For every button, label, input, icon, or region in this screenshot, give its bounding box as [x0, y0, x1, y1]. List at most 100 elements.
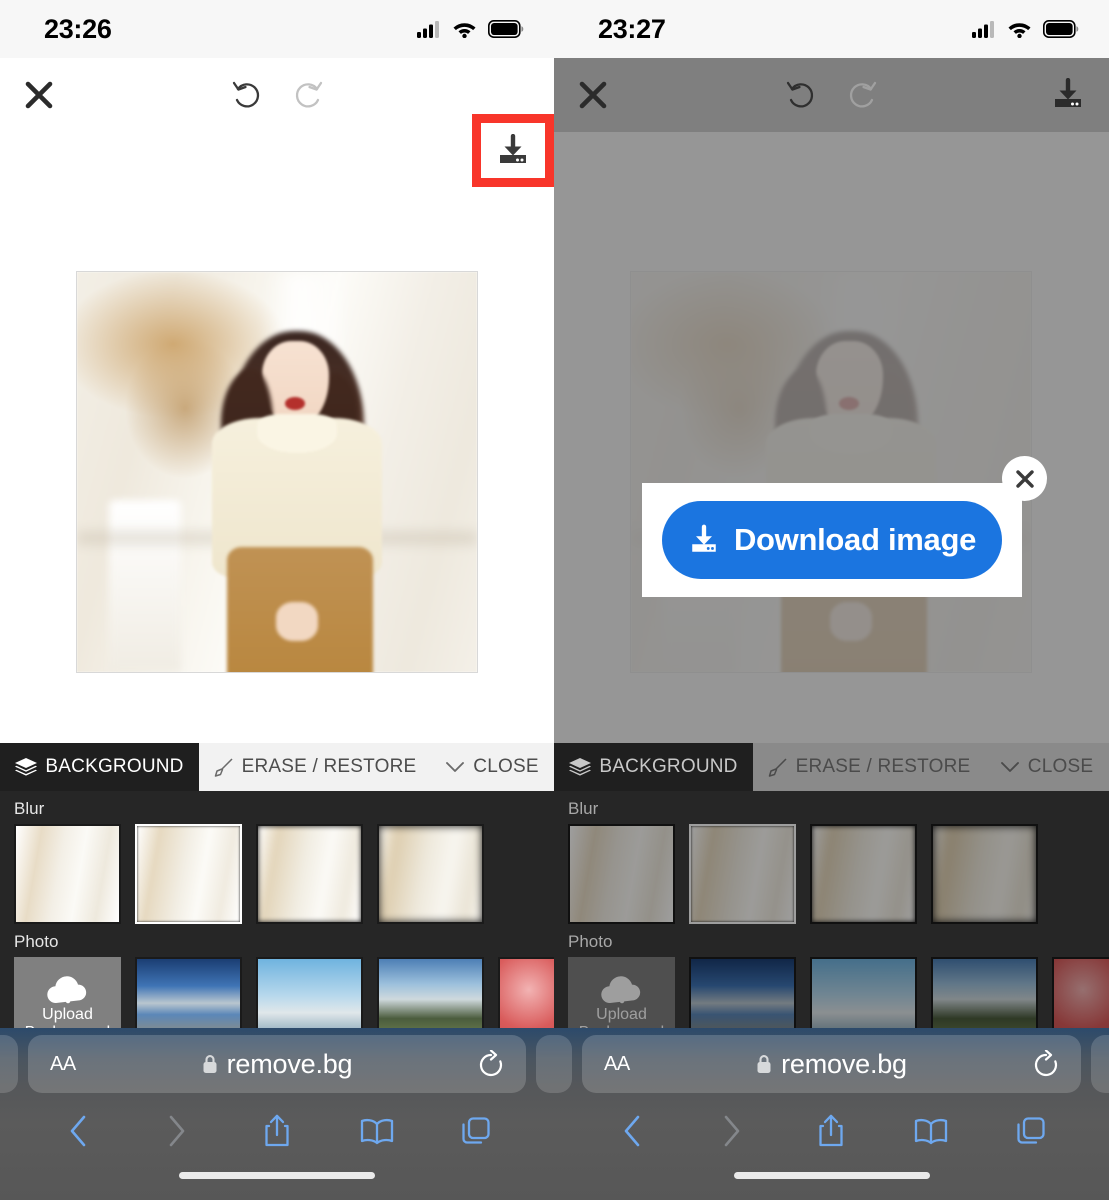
- safari-url-row: AA remove.bg: [554, 1028, 1109, 1100]
- editor-toolbar: [0, 58, 554, 187]
- redo-button[interactable]: [837, 70, 887, 120]
- tab-erase-restore[interactable]: ERASE / RESTORE: [199, 743, 430, 791]
- battery-icon: [488, 20, 524, 38]
- blur-option-strong[interactable]: [931, 824, 1038, 924]
- share-icon: [264, 1114, 290, 1148]
- redo-button[interactable]: [283, 70, 333, 120]
- tabs-button[interactable]: [426, 1116, 526, 1146]
- tab-background[interactable]: BACKGROUND: [0, 743, 199, 791]
- home-indicator[interactable]: [554, 1162, 1109, 1200]
- previous-tab-edge[interactable]: [554, 1035, 572, 1093]
- layers-icon: [569, 757, 592, 777]
- address-bar[interactable]: AA remove.bg: [582, 1035, 1081, 1093]
- tab-close-label: CLOSE: [1027, 756, 1094, 777]
- blur-option-light[interactable]: [689, 824, 796, 924]
- next-tab-edge[interactable]: [536, 1035, 554, 1093]
- download-button-highlight[interactable]: [472, 114, 554, 187]
- share-button[interactable]: [227, 1114, 327, 1148]
- status-indicators: [417, 20, 524, 38]
- dual-screenshot-comparison: 23:26 BACKGROUND ERASE / RESTORE CLOSE B…: [0, 0, 1109, 1200]
- cellular-signal-icon: [417, 20, 441, 38]
- forward-button[interactable]: [128, 1114, 228, 1148]
- section-label-blur: Blur: [568, 799, 599, 818]
- redo-icon: [845, 78, 879, 112]
- editor-tabs: BACKGROUND ERASE / RESTORE CLOSE: [0, 743, 554, 791]
- lock-icon: [756, 1054, 772, 1074]
- bookmarks-button[interactable]: [327, 1118, 427, 1145]
- forward-button[interactable]: [682, 1114, 782, 1148]
- image-stage: [0, 132, 554, 743]
- edited-image-canvas[interactable]: [76, 271, 478, 673]
- blur-option-medium[interactable]: [810, 824, 917, 924]
- tab-close-panel[interactable]: CLOSE: [430, 743, 554, 791]
- panel-before: 23:26 BACKGROUND ERASE / RESTORE CLOSE B…: [0, 0, 554, 1200]
- blur-thumbnail-row[interactable]: [554, 824, 1109, 924]
- panel-after: 23:27 BACKGROUND ERASE / RESTORE CLOSE B…: [554, 0, 1109, 1200]
- address-bar[interactable]: AA remove.bg: [28, 1035, 526, 1093]
- modal-backdrop[interactable]: [554, 132, 1109, 743]
- book-icon: [360, 1118, 394, 1145]
- safari-url-row: AA remove.bg: [0, 1028, 554, 1100]
- safari-browser-chrome: AA remove.bg: [554, 1028, 1109, 1200]
- back-button[interactable]: [582, 1114, 682, 1148]
- blur-option-medium[interactable]: [256, 824, 363, 924]
- close-icon: [24, 80, 54, 110]
- brush-icon: [213, 757, 234, 778]
- status-time: 23:26: [44, 13, 112, 44]
- download-image-label: Download image: [733, 522, 977, 557]
- brush-icon: [767, 757, 788, 778]
- cloud-upload-icon: [45, 973, 91, 1006]
- layers-icon: [15, 757, 38, 777]
- tab-erase-restore[interactable]: ERASE / RESTORE: [753, 743, 984, 791]
- editor-bottom-panel: BACKGROUND ERASE / RESTORE CLOSE Blur Ph…: [554, 743, 1109, 1074]
- close-editor-button[interactable]: [16, 72, 62, 118]
- blur-option-none[interactable]: [568, 824, 675, 924]
- wifi-icon: [1007, 20, 1032, 38]
- image-stage: [554, 132, 1109, 743]
- tabs-button[interactable]: [981, 1116, 1081, 1146]
- safari-nav-row: [554, 1100, 1109, 1162]
- status-bar: 23:26: [0, 0, 554, 58]
- download-image-button[interactable]: Download image: [662, 501, 1002, 579]
- reload-button[interactable]: [1033, 1050, 1059, 1078]
- editor-toolbar: [554, 58, 1109, 132]
- close-editor-button[interactable]: [570, 72, 616, 118]
- tab-erase-restore-label: ERASE / RESTORE: [241, 756, 417, 777]
- bookmarks-button[interactable]: [881, 1118, 981, 1145]
- chevron-down-icon: [1000, 761, 1020, 774]
- next-tab-edge[interactable]: [1091, 1035, 1109, 1093]
- redo-icon: [291, 78, 325, 112]
- tab-background[interactable]: BACKGROUND: [554, 743, 753, 791]
- safari-browser-chrome: AA remove.bg: [0, 1028, 554, 1200]
- undo-icon: [230, 78, 264, 112]
- tab-close-panel[interactable]: CLOSE: [984, 743, 1109, 791]
- blur-option-strong[interactable]: [377, 824, 484, 924]
- close-icon: [1014, 468, 1036, 490]
- book-icon: [914, 1118, 948, 1145]
- download-icon: [496, 133, 530, 168]
- back-button[interactable]: [28, 1114, 128, 1148]
- text-size-button[interactable]: AA: [604, 1053, 630, 1076]
- tab-erase-restore-label: ERASE / RESTORE: [795, 756, 971, 777]
- share-button[interactable]: [782, 1114, 882, 1148]
- download-button[interactable]: [1045, 72, 1091, 118]
- tab-background-label: BACKGROUND: [45, 756, 184, 777]
- text-size-button[interactable]: AA: [50, 1053, 76, 1076]
- home-indicator[interactable]: [0, 1162, 554, 1200]
- section-label-photo: Photo: [568, 932, 613, 951]
- blur-option-none[interactable]: [14, 824, 121, 924]
- blur-option-light[interactable]: [135, 824, 242, 924]
- download-icon: [688, 524, 720, 556]
- undo-button[interactable]: [222, 70, 272, 120]
- previous-tab-edge[interactable]: [0, 1035, 18, 1093]
- editor-bottom-panel: BACKGROUND ERASE / RESTORE CLOSE Blur Ph…: [0, 743, 554, 1074]
- back-chevron-icon: [622, 1114, 642, 1148]
- undo-button[interactable]: [776, 70, 826, 120]
- chevron-down-icon: [445, 761, 465, 774]
- download-icon: [1051, 78, 1085, 112]
- tabs-icon: [461, 1116, 491, 1146]
- blur-thumbnail-row[interactable]: [0, 824, 554, 924]
- upload-background-line1: Upload: [42, 1005, 93, 1023]
- close-modal-button[interactable]: [1002, 456, 1047, 501]
- reload-button[interactable]: [478, 1050, 504, 1078]
